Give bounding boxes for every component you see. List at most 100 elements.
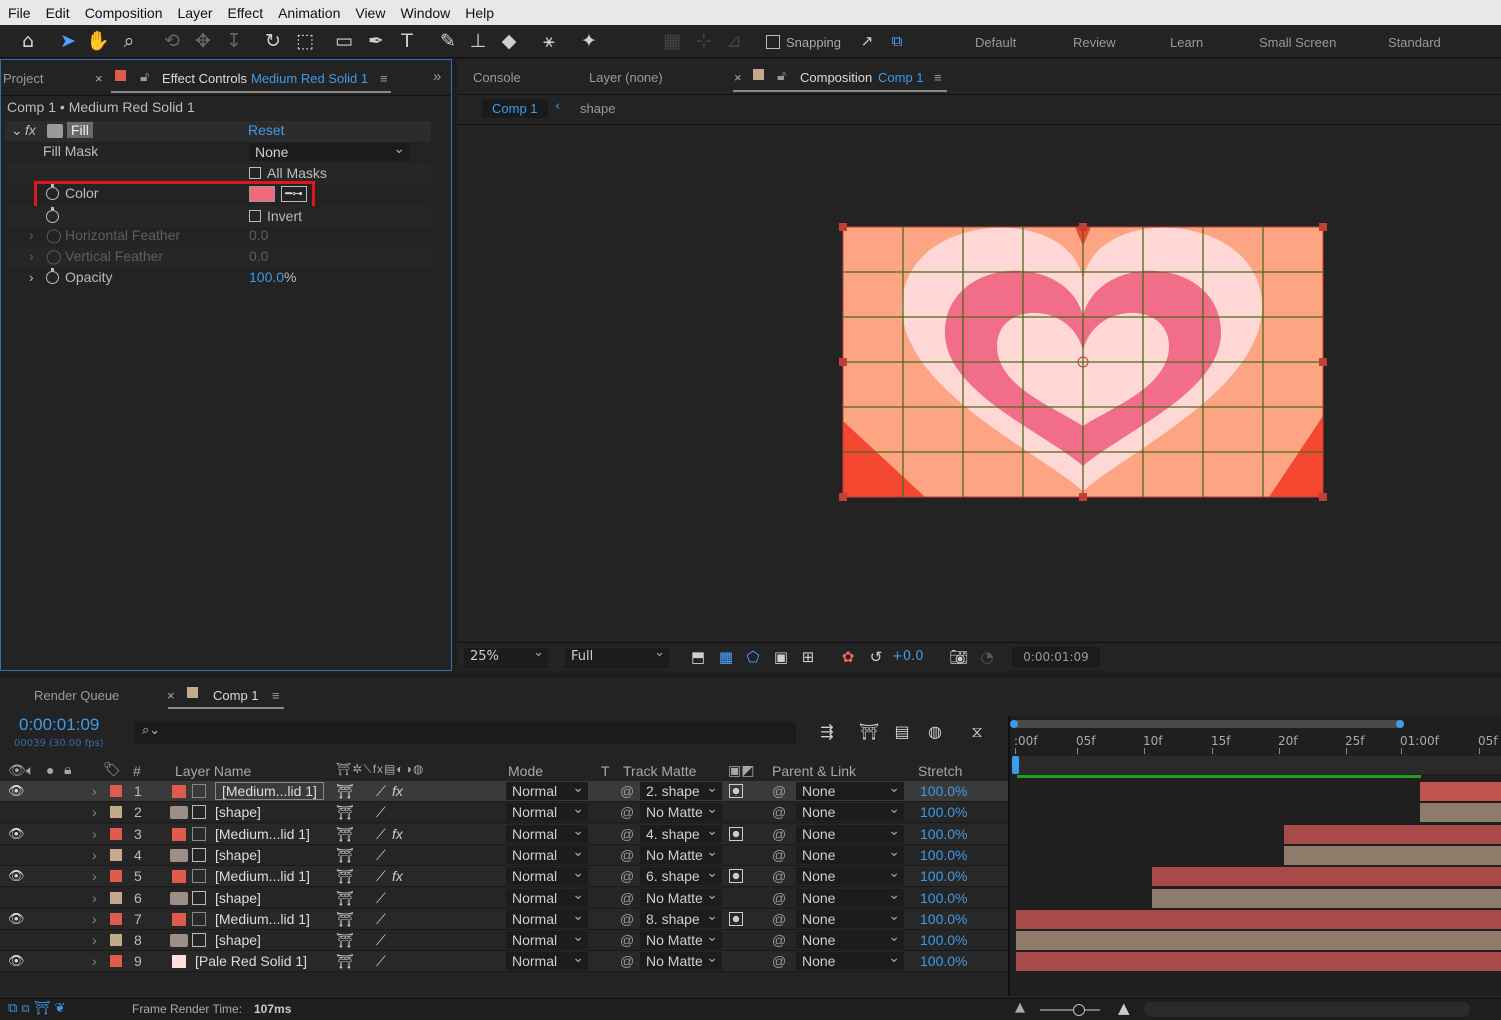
- stretch-value[interactable]: 100.0%: [920, 890, 967, 906]
- pickwhip-icon[interactable]: @: [772, 847, 786, 863]
- snapshot-icon[interactable]: 📷︎: [947, 645, 971, 669]
- eye-icon[interactable]: 👁︎: [8, 911, 25, 927]
- tab-composition[interactable]: Composition: [800, 70, 872, 85]
- graph-editor-icon[interactable]: ⧖: [965, 720, 989, 744]
- link-icon[interactable]: @: [620, 783, 634, 799]
- rectangle-tool-icon[interactable]: ▭: [332, 29, 356, 53]
- stretch-value[interactable]: 100.0%: [920, 911, 967, 927]
- track-matte-select[interactable]: 8. shape: [640, 906, 722, 928]
- quality-switch-icon[interactable]: ⟋: [376, 890, 386, 907]
- layer-row[interactable]: 👁︎ › 5 [Medium...lid 1] ⛩ ⟋ fx Normal @6. shape @…: [0, 863, 1008, 888]
- stretch-value[interactable]: 100.0%: [920, 953, 967, 969]
- quality-switch-icon[interactable]: ⟋: [376, 932, 386, 949]
- layer-row[interactable]: 👁︎ › 3 [Medium...lid 1] ⛩ ⟋ fx Normal @4. shape @…: [0, 821, 1008, 845]
- playhead[interactable]: [1012, 756, 1019, 774]
- mask-visibility-icon[interactable]: ⬠: [741, 645, 765, 669]
- lock-icon[interactable]: 🔒︎: [64, 761, 71, 778]
- link-icon[interactable]: @: [620, 911, 634, 927]
- zoom-out-icon[interactable]: ▲: [1015, 1000, 1025, 1015]
- parent-select[interactable]: None: [796, 927, 904, 950]
- brush-tool-icon[interactable]: ✎: [436, 29, 460, 53]
- layer-name[interactable]: [shape]: [215, 847, 261, 863]
- mode-select[interactable]: Normal: [506, 927, 588, 950]
- expand-panels-icon[interactable]: »: [433, 68, 441, 85]
- eye-icon[interactable]: 👁︎: [8, 868, 25, 884]
- workspace-learn[interactable]: Learn: [1170, 35, 1203, 50]
- anchor-tool-icon[interactable]: ⬚: [293, 29, 317, 53]
- zoom-tool-icon[interactable]: ⌕: [117, 29, 141, 53]
- label-color[interactable]: [110, 891, 122, 904]
- layer-name[interactable]: [shape]: [215, 804, 261, 820]
- rotate-tool-icon[interactable]: ↻: [261, 29, 285, 53]
- fx-icon[interactable]: fx: [392, 868, 403, 884]
- tab-render-queue[interactable]: Render Queue: [34, 688, 119, 703]
- snapping-checkbox[interactable]: [766, 35, 780, 49]
- channels-icon[interactable]: ✿: [836, 645, 860, 669]
- label-tag-icon[interactable]: 🏷︎: [103, 761, 121, 778]
- mode-select[interactable]: Normal: [506, 906, 588, 928]
- chevron-right-icon[interactable]: ›: [92, 890, 97, 906]
- composition-frame[interactable]: [837, 221, 1327, 503]
- exposure-value[interactable]: +0.0: [892, 649, 924, 664]
- fill-effect-header[interactable]: ⌄ fx Fill Reset: [5, 121, 431, 142]
- snap-edges-icon[interactable]: ↗: [855, 29, 879, 53]
- panel-menu-icon[interactable]: ≡: [934, 70, 942, 85]
- stopwatch-icon[interactable]: [46, 207, 59, 223]
- pickwhip-icon[interactable]: @: [772, 953, 786, 969]
- stretch-value[interactable]: 100.0%: [920, 826, 967, 842]
- zoom-slider[interactable]: [1040, 1009, 1100, 1011]
- layer-duration-bar[interactable]: [1152, 867, 1501, 887]
- zoom-slider-handle[interactable]: [1073, 1004, 1085, 1016]
- menu-layer[interactable]: Layer: [170, 5, 220, 21]
- pan-tool-icon[interactable]: ✥: [191, 29, 215, 53]
- menu-help[interactable]: Help: [457, 5, 501, 21]
- layer-name[interactable]: [shape]: [215, 932, 261, 948]
- layer-row[interactable]: › 4 [shape] ⛩ ⟋ Normal @ No Matte @ None 100.0%: [0, 842, 1008, 866]
- shy-switch-icon[interactable]: ⛩: [336, 911, 354, 928]
- eye-toggle[interactable]: [8, 932, 22, 946]
- layer-name[interactable]: [Medium...lid 1]: [215, 782, 324, 800]
- chevron-right-icon[interactable]: ›: [92, 911, 97, 927]
- status-icons[interactable]: ⧉ ⧈ ⛩ ❦: [8, 1001, 65, 1016]
- track-matte-select[interactable]: No Matte: [640, 927, 722, 950]
- pickwhip-icon[interactable]: @: [772, 890, 786, 906]
- panel-menu-icon[interactable]: ≡: [272, 688, 280, 703]
- link-icon[interactable]: @: [620, 932, 634, 948]
- shy-layers-icon[interactable]: ⛩: [857, 720, 881, 744]
- stretch-value[interactable]: 100.0%: [920, 804, 967, 820]
- stopwatch-icon[interactable]: [46, 268, 59, 284]
- chevron-right-icon[interactable]: ›: [92, 953, 97, 969]
- grid-guides-icon[interactable]: ⊞: [796, 645, 820, 669]
- link-icon[interactable]: @: [620, 868, 634, 884]
- layer-row[interactable]: › 2 [shape] ⛩ ⟋ Normal @ No Matte @ None 100.0%: [0, 799, 1008, 824]
- type-tool-icon[interactable]: T: [395, 29, 419, 53]
- chevron-left-icon[interactable]: ‹: [555, 99, 560, 114]
- label-color[interactable]: [110, 827, 122, 840]
- shy-switch-icon[interactable]: ⛩: [336, 932, 354, 949]
- layer-duration-bar[interactable]: [1016, 909, 1501, 929]
- link-icon[interactable]: @: [620, 804, 634, 820]
- crumb-shape[interactable]: shape: [580, 101, 615, 116]
- label-color[interactable]: [110, 785, 122, 797]
- timeline-graph[interactable]: :00f 05f 10f 15f 20f 25f 01:00f 05f: [1008, 716, 1501, 996]
- transparency-grid-icon[interactable]: ▦: [714, 645, 738, 669]
- resolution-select[interactable]: Full: [565, 644, 669, 668]
- snap-features-icon[interactable]: ⧉: [885, 29, 909, 53]
- timeline-scrollbar[interactable]: [1144, 1002, 1470, 1017]
- fx-icon[interactable]: fx: [392, 826, 403, 842]
- stretch-value[interactable]: 100.0%: [920, 847, 967, 863]
- tab-layer[interactable]: Layer (none): [589, 70, 663, 85]
- tab-console[interactable]: Console: [473, 70, 521, 85]
- workspace-small-screen[interactable]: Small Screen: [1259, 35, 1336, 50]
- pen-tool-icon[interactable]: ✒: [364, 29, 388, 53]
- layer-row[interactable]: 👁︎ › 1 [Medium...lid 1] ⛩ ⟋ fx Normal @2. shape @…: [0, 778, 1008, 802]
- lock-icon[interactable]: 🔓︎: [140, 68, 149, 85]
- chevron-right-icon[interactable]: ›: [92, 826, 97, 842]
- link-icon[interactable]: @: [620, 890, 634, 906]
- fill-mask-select[interactable]: None: [249, 139, 409, 161]
- fx-icon[interactable]: fx: [25, 122, 36, 138]
- quality-switch-icon[interactable]: ⟋: [376, 868, 386, 885]
- chevron-right-icon[interactable]: ›: [92, 868, 97, 884]
- orbit-tool-icon[interactable]: ⟲: [160, 29, 184, 53]
- layer-duration-bar[interactable]: [1016, 952, 1501, 972]
